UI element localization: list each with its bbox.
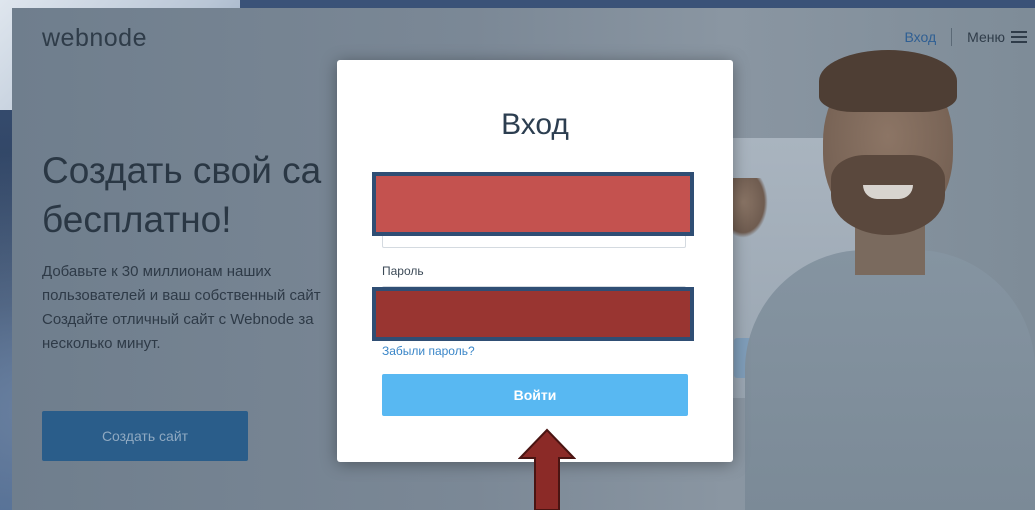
create-site-button[interactable]: Создать сайт (42, 411, 248, 461)
hero-person-image (745, 50, 1035, 510)
password-label: Пароль (382, 264, 424, 278)
hero-description: Добавьте к 30 миллионам наших пользовате… (42, 260, 382, 356)
modal-title: Вход (501, 108, 569, 141)
hamburger-icon (1011, 28, 1027, 46)
redaction-box-email (372, 172, 694, 236)
nav-login-link[interactable]: Вход (904, 29, 936, 45)
login-submit-button[interactable]: Войти (382, 374, 688, 416)
top-nav: Вход Меню (904, 28, 1027, 46)
forgot-password-link[interactable]: Забыли пароль? (382, 344, 475, 358)
nav-divider (951, 28, 953, 46)
nav-menu-button[interactable]: Меню (967, 28, 1027, 46)
hero-text-line: Создайте отличный сайт с Webnode за (42, 311, 314, 328)
redaction-box-password (372, 287, 694, 341)
nav-menu-label: Меню (967, 29, 1005, 45)
webnode-logo[interactable]: webnode (42, 24, 147, 53)
up-arrow-icon (518, 428, 576, 510)
hero-text-line: пользователей и ваш собственный сайт (42, 287, 321, 304)
hero-text-line: Добавьте к 30 миллионам наших (42, 263, 272, 280)
login-modal: Вход Пароль Забыли пароль? Войти (337, 60, 733, 462)
hero-text-line: несколько минут. (42, 335, 161, 352)
